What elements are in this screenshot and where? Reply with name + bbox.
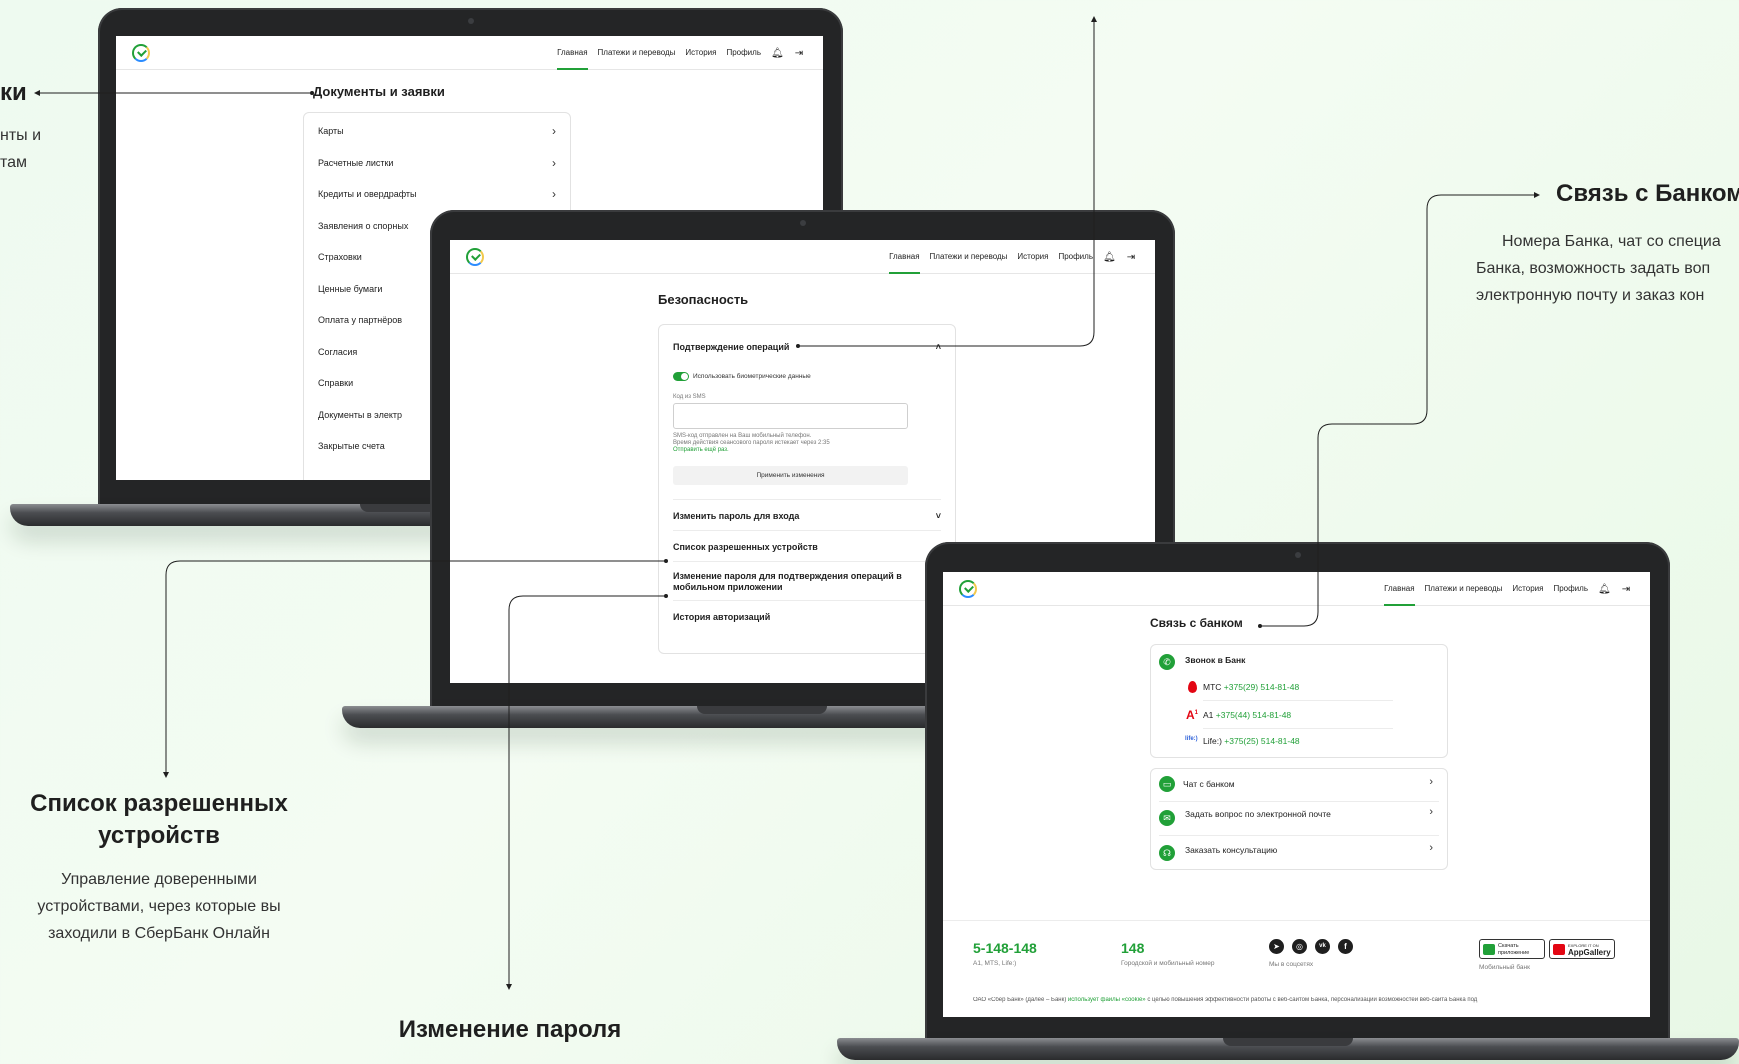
annotation-contact-desc: Номера Банка, чат со специа Банка, возмо… <box>1476 228 1721 309</box>
annotation-line: электронную почту и заказ кон <box>1476 287 1705 304</box>
annotation-devices-title: Список разрешенных устройств <box>0 788 318 852</box>
arrow-head <box>163 772 169 778</box>
annotation-documents-title: ки <box>0 79 27 106</box>
annotation-contact-title: Связь с Банком <box>1556 180 1739 207</box>
arrow-head <box>34 90 40 96</box>
connector-devices <box>165 560 666 774</box>
connector-password <box>508 595 666 986</box>
annotation-line: Номера Банка, чат со специа <box>1502 233 1721 250</box>
annotation-password-title: Изменение пароля <box>398 1016 622 1043</box>
annotation-line: Список разрешенных <box>30 790 288 817</box>
annotation-documents-desc: нты и там <box>0 122 41 176</box>
connector-dot <box>664 594 668 598</box>
arrow-head <box>506 984 512 990</box>
annotation-devices-desc: Управление доверенными устройствами, чер… <box>0 866 318 947</box>
connector-dot <box>310 91 314 95</box>
connector-confirm-ops <box>798 20 1095 347</box>
connector-dot <box>1258 624 1262 628</box>
annotation-line: нты и <box>0 127 42 144</box>
arrow-head <box>1091 16 1097 22</box>
annotation-line: устройствами, через которые вы <box>37 898 281 915</box>
annotation-line: Управление доверенными <box>61 871 257 888</box>
connector-dot <box>664 559 668 563</box>
annotation-line: заходили в СберБанк Онлайн <box>48 925 270 942</box>
arrow-head <box>1534 192 1540 198</box>
connector-dot <box>796 344 800 348</box>
annotation-line: Банка, возможность задать воп <box>1476 260 1711 277</box>
annotation-line: там <box>0 154 28 171</box>
annotation-line: устройств <box>98 822 220 849</box>
